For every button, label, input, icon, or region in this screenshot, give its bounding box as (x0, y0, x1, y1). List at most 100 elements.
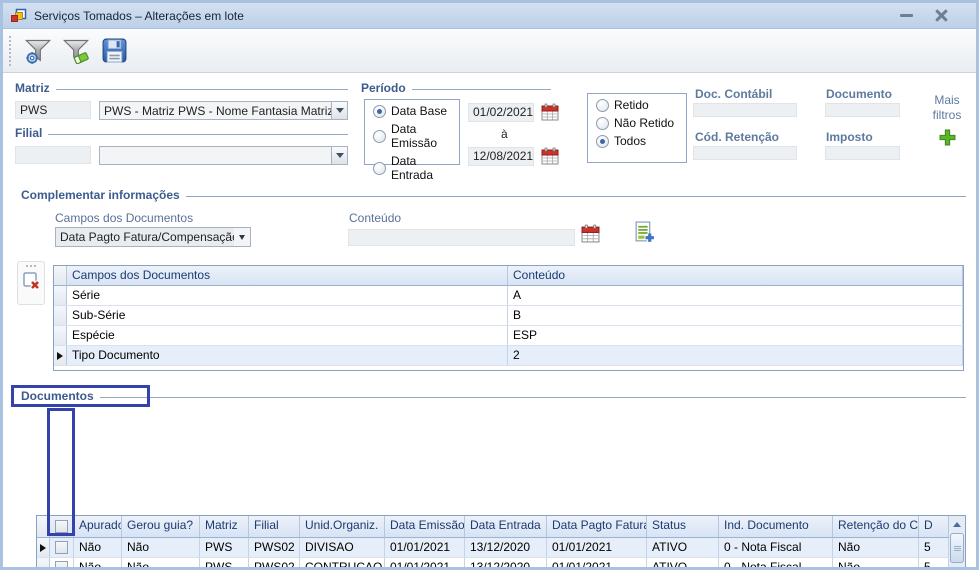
column-header-data-pagto-fatura[interactable]: Data Pagto Fatura (547, 516, 647, 537)
campos-grid-row[interactable]: EspécieESP (54, 326, 963, 346)
minimize-button[interactable] (900, 14, 913, 17)
grid-cell[interactable]: 13/12/2020 (465, 538, 547, 557)
radio-option-nao-retido[interactable]: Não Retido (596, 116, 686, 130)
row-selector[interactable] (54, 346, 67, 365)
row-checkbox[interactable] (55, 561, 68, 570)
column-header-apurado[interactable]: Apurado (74, 516, 122, 537)
conteudo-calendar-button[interactable] (581, 224, 600, 248)
documento-field[interactable] (825, 103, 900, 117)
radio-option-retido[interactable]: Retido (596, 98, 686, 112)
row-checkbox[interactable] (55, 541, 68, 554)
remove-row-button[interactable] (21, 271, 41, 296)
campos-grid-row[interactable]: Tipo Documento2 (54, 346, 963, 366)
column-header-status[interactable]: Status (647, 516, 719, 537)
date-to-field[interactable]: 12/08/2021 (468, 147, 534, 166)
matriz-combo[interactable]: PWS - Matriz PWS - Nome Fantasia Matriz … (99, 101, 348, 120)
imposto-field[interactable] (825, 146, 900, 160)
date-from-calendar-button[interactable] (541, 103, 559, 126)
row-checkbox-cell[interactable] (50, 538, 74, 557)
filial-combo[interactable] (99, 146, 348, 165)
row-checkbox-cell[interactable] (50, 558, 74, 570)
radio-option-data-base[interactable]: Data Base (373, 104, 459, 118)
documentos-grid-row[interactable]: NãoNãoPWSPWS02DIVISAO01/01/202113/12/202… (37, 538, 949, 558)
save-button[interactable] (97, 34, 131, 68)
column-header-d[interactable]: D (919, 516, 949, 537)
grid-cell[interactable]: 5 (919, 538, 949, 557)
grid-cell[interactable]: Não (122, 538, 200, 557)
grid-cell[interactable]: 01/01/2021 (547, 538, 647, 557)
scroll-up-button[interactable] (950, 517, 964, 531)
radio-icon-data-entrada[interactable] (373, 162, 386, 175)
column-header-unid-organiz[interactable]: Unid.Organiz. (300, 516, 385, 537)
mais-filtros-button[interactable] (939, 129, 956, 151)
grid-cell[interactable]: 01/01/2021 (385, 538, 465, 557)
grid-cell[interactable]: Não (122, 558, 200, 570)
grid-cell[interactable]: ATIVO (647, 538, 719, 557)
row-selector[interactable] (54, 286, 67, 305)
grid-cell[interactable]: Não (74, 558, 122, 570)
row-selector[interactable] (37, 538, 50, 557)
radio-option-todos[interactable]: Todos (596, 134, 686, 148)
campos-documentos-combo[interactable]: Data Pagto Fatura/Compensação (55, 227, 251, 247)
grid-cell[interactable]: Não (833, 558, 919, 570)
add-field-button[interactable] (633, 221, 656, 249)
grid-cell[interactable]: 5 (919, 558, 949, 570)
grid-cell[interactable]: CONTRUCAO (300, 558, 385, 570)
date-to-calendar-button[interactable] (541, 147, 559, 170)
column-header-ind-documento[interactable]: Ind. Documento (719, 516, 833, 537)
filial-combo-dropdown-icon[interactable] (331, 147, 347, 164)
campos-combo-dropdown-icon[interactable] (234, 228, 250, 246)
grid-cell[interactable]: PWS (200, 538, 249, 557)
column-header-matriz[interactable]: Matriz (200, 516, 249, 537)
radio-option-data-entrada[interactable]: Data Entrada (373, 154, 459, 182)
grid-cell[interactable]: DIVISAO (300, 538, 385, 557)
radio-option-data-emissao[interactable]: Data Emissão (373, 122, 459, 150)
column-header-gerou-guia[interactable]: Gerou guia? (122, 516, 200, 537)
cod-retencao-field[interactable] (693, 146, 797, 160)
filter-clear-button[interactable] (59, 34, 93, 68)
radio-icon-todos[interactable] (596, 135, 609, 148)
column-header[interactable]: Conteúdo (508, 266, 963, 285)
column-header-filial[interactable]: Filial (249, 516, 300, 537)
select-all-cell[interactable] (50, 516, 74, 537)
grid-cell[interactable]: 0 - Nota Fiscal (719, 558, 833, 570)
row-selector[interactable] (37, 558, 50, 570)
grid-cell[interactable]: Sub-Série (67, 306, 508, 325)
campos-grid-row[interactable]: SérieA (54, 286, 963, 306)
column-header-data-emissao[interactable]: Data Emissão (385, 516, 465, 537)
select-all-checkbox[interactable] (55, 520, 68, 533)
grid-cell[interactable]: B (508, 306, 963, 325)
grid-cell[interactable]: Não (74, 538, 122, 557)
grid-cell[interactable]: PWS02 (249, 538, 300, 557)
radio-icon-data-base[interactable] (373, 105, 386, 118)
conteudo-field[interactable] (348, 229, 575, 246)
matriz-combo-dropdown-icon[interactable] (331, 102, 347, 119)
date-from-field[interactable]: 01/02/2021 (468, 103, 534, 122)
grid-cell[interactable]: 2 (508, 346, 963, 365)
grid-cell[interactable]: 01/01/2021 (547, 558, 647, 570)
grid-cell[interactable]: Espécie (67, 326, 508, 345)
grid-cell[interactable]: PWS02 (249, 558, 300, 570)
column-header[interactable]: Campos dos Documentos (67, 266, 508, 285)
close-button[interactable] (935, 9, 948, 22)
grid-cell[interactable]: 0 - Nota Fiscal (719, 538, 833, 557)
grid-cell[interactable]: ATIVO (647, 558, 719, 570)
doc-contabil-field[interactable] (693, 103, 797, 117)
grid-cell[interactable]: 13/12/2020 (465, 558, 547, 570)
grid-cell[interactable]: Não (833, 538, 919, 557)
grid-cell[interactable]: A (508, 286, 963, 305)
campos-grid-row[interactable]: Sub-SérieB (54, 306, 963, 326)
filial-code-field[interactable] (15, 146, 91, 164)
vertical-scrollbar[interactable] (949, 516, 965, 570)
grid-cell[interactable]: Série (67, 286, 508, 305)
filter-search-button[interactable] (21, 34, 55, 68)
vertical-scroll-thumb[interactable] (950, 533, 964, 563)
radio-icon-retido[interactable] (596, 99, 609, 112)
grid-cell[interactable]: Tipo Documento (67, 346, 508, 365)
column-header-retencao-do-ce[interactable]: Retenção do CE (833, 516, 919, 537)
matriz-code-field[interactable]: PWS (15, 101, 91, 119)
documentos-grid-row[interactable]: NãoNãoPWSPWS02CONTRUCAO01/01/202113/12/2… (37, 558, 949, 570)
grid-cell[interactable]: ESP (508, 326, 963, 345)
row-selector[interactable] (54, 306, 67, 325)
grid-cell[interactable]: PWS (200, 558, 249, 570)
